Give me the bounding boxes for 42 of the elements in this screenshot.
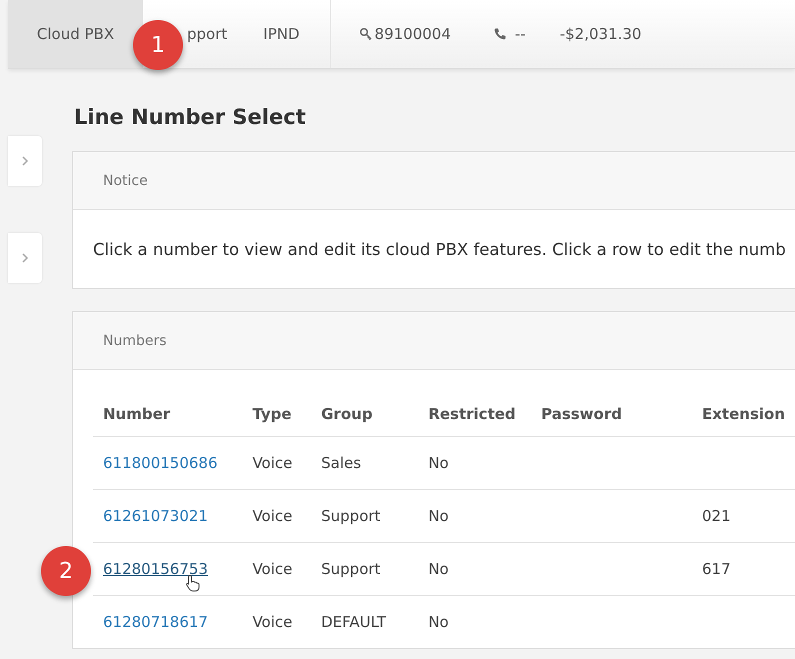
table-cell: Voice <box>242 490 312 542</box>
table-cell: No <box>418 542 532 596</box>
chevron-icon <box>21 155 29 167</box>
table-cell: 021 <box>702 507 731 525</box>
table-cell: 617 <box>702 560 731 578</box>
table-cell: DEFAULT <box>311 596 418 648</box>
notice-text: Click a number to view and edit its cloud PBX features. Click a row to edit the numb <box>93 240 786 258</box>
table-cell: No <box>418 490 532 542</box>
sidebar-toggle[interactable] <box>8 233 42 283</box>
panel-title: Notice <box>103 172 148 188</box>
chevron-icon <box>21 252 29 264</box>
account-number: 89100004 <box>374 25 451 43</box>
column-header: Type <box>242 392 312 436</box>
number-link[interactable]: 61280156753 <box>103 560 208 578</box>
column-header: Extension <box>692 392 795 436</box>
table-cell: No <box>418 436 532 490</box>
sidebar-toggle[interactable] <box>8 136 42 186</box>
number-link[interactable]: 611800150686 <box>103 454 218 472</box>
page-title: Line Number Select <box>74 105 307 129</box>
step-badge: 2 <box>41 546 91 596</box>
account-balance: -$2,031.30 <box>560 25 642 43</box>
nav-tab[interactable]: Cloud PBX <box>8 0 143 68</box>
hand-cursor-icon <box>185 574 201 592</box>
number-link[interactable]: 61280718617 <box>103 613 208 631</box>
table-cell: Sales <box>311 436 418 490</box>
column-header: Group <box>311 392 418 436</box>
table-cell: No <box>418 596 532 648</box>
table-cell: Voice <box>242 542 312 596</box>
column-header: Number <box>93 392 242 436</box>
phone-status: -- <box>514 25 526 43</box>
column-header: Password <box>531 392 692 436</box>
nav-tab[interactable]: IPND <box>245 0 318 68</box>
column-header: Restricted <box>418 392 532 436</box>
nav-tab[interactable]: pport <box>185 0 246 68</box>
table-cell: Voice <box>242 596 312 648</box>
table-cell: Voice <box>242 436 312 490</box>
panel-title: Numbers <box>103 332 167 348</box>
table-cell: Support <box>311 542 418 596</box>
table-cell: Support <box>311 490 418 542</box>
key-icon <box>358 27 373 41</box>
phone-icon <box>492 27 507 41</box>
number-link[interactable]: 61261073021 <box>103 507 208 525</box>
